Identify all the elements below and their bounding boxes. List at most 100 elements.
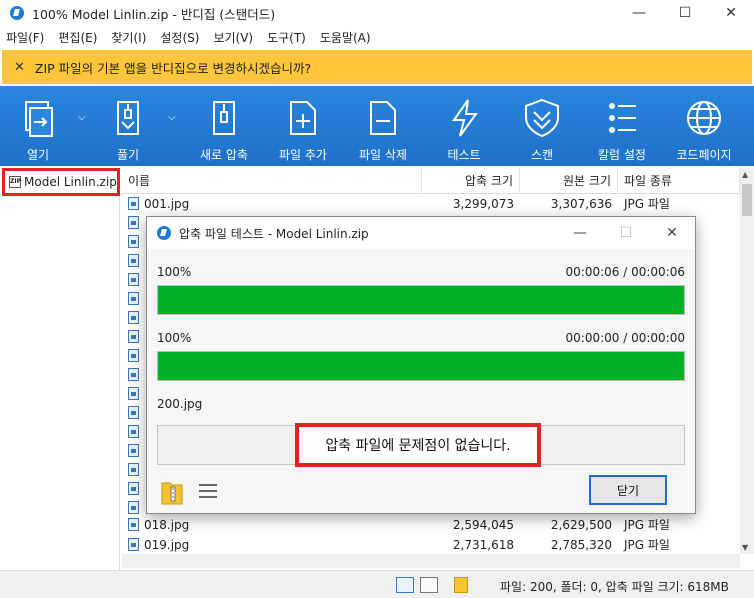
extract-label: 풀기 — [116, 148, 140, 162]
menu-tools[interactable]: 도구(T) — [267, 29, 306, 46]
current-percent: 100% — [157, 331, 192, 345]
bandizip-app-icon — [157, 226, 171, 240]
column-header-original[interactable]: 원본 크기 — [520, 168, 618, 194]
window-controls: — ☐ ✕ — [616, 0, 754, 26]
scroll-down-icon[interactable]: ▼ — [742, 543, 748, 552]
new-archive-icon — [213, 101, 235, 135]
dialog-window-controls: — ☐ ✕ — [557, 217, 695, 249]
add-file-button[interactable]: 파일 추가 — [276, 86, 330, 166]
close-window-button[interactable]: ✕ — [708, 0, 754, 26]
scan-button[interactable]: 스캔 — [520, 86, 564, 166]
archive-folder-icon[interactable] — [161, 479, 183, 505]
dialog-close-icon[interactable]: ✕ — [649, 217, 695, 249]
add-file-label: 파일 추가 — [279, 148, 327, 162]
test-button[interactable]: 테스트 — [442, 86, 486, 166]
compressed-size: 3,299,073 — [452, 196, 514, 211]
extract-icon — [117, 101, 139, 135]
status-bar: 파일: 200, 폴더: 0, 압축 파일 크기: 618MB — [0, 570, 754, 598]
jpg-file-icon — [128, 518, 139, 531]
archive-folder-icon[interactable] — [454, 577, 468, 593]
column-settings-icon — [609, 103, 636, 133]
open-label: 열기 — [26, 148, 50, 162]
jpg-file-icon — [128, 197, 139, 210]
current-progress-fill — [158, 352, 684, 380]
archive-test-dialog: 압축 파일 테스트 - Model Linlin.zip — ☐ ✕ 100% … — [146, 216, 696, 514]
scroll-thumb[interactable] — [742, 184, 752, 216]
jpg-file-icon — [128, 292, 139, 305]
original-size: 2,629,500 — [550, 517, 612, 532]
current-time: 00:00:00 / 00:00:00 — [565, 331, 685, 345]
open-dropdown-icon[interactable]: ⌵ — [78, 112, 86, 123]
jpg-file-icon — [128, 425, 139, 438]
dialog-title: 압축 파일 테스트 - Model Linlin.zip — [179, 226, 369, 241]
compressed-size: 2,731,618 — [452, 537, 514, 552]
jpg-file-icon — [128, 311, 139, 324]
total-time: 00:00:06 / 00:00:06 — [565, 265, 685, 279]
table-row[interactable]: 018.jpg 2,594,045 2,629,500 JPG 파일 — [122, 515, 740, 534]
zip-file-icon: ZIP — [9, 176, 21, 188]
dialog-minimize-button[interactable]: — — [557, 217, 603, 249]
jpg-file-icon — [128, 501, 139, 514]
close-button[interactable]: 닫기 — [589, 475, 667, 505]
menu-help[interactable]: 도움말(A) — [320, 29, 371, 46]
delete-file-button[interactable]: 파일 삭제 — [356, 86, 410, 166]
jpg-file-icon — [128, 254, 139, 267]
details-view-icon[interactable] — [396, 577, 414, 593]
horizontal-scrollbar[interactable] — [122, 554, 740, 568]
menu-settings[interactable]: 설정(S) — [160, 29, 199, 46]
title-bar: 100% Model Linlin.zip - 반디집 (스탠더드) — ☐ ✕ — [0, 0, 754, 26]
globe-icon — [687, 101, 721, 135]
jpg-file-icon — [128, 406, 139, 419]
column-header-compressed[interactable]: 압축 크기 — [422, 168, 520, 194]
jpg-file-icon — [128, 273, 139, 286]
new-archive-button[interactable]: 새로 압축 — [198, 86, 250, 166]
open-button[interactable]: 열기 — [16, 86, 60, 166]
tree-archive-label: Model Linlin.zip — [24, 175, 117, 189]
column-settings-button[interactable]: 칼럼 설정 — [594, 86, 650, 166]
tree-item-archive[interactable]: ZIP Model Linlin.zip — [2, 168, 120, 196]
scan-icon — [525, 98, 559, 138]
scan-label: 스캔 — [530, 148, 554, 162]
column-header-name[interactable]: 이름 — [122, 168, 422, 194]
jpg-file-icon — [128, 387, 139, 400]
delete-file-icon — [370, 101, 396, 135]
table-row[interactable]: 019.jpg 2,731,618 2,785,320 JPG 파일 — [122, 535, 740, 554]
delete-file-label: 파일 삭제 — [359, 148, 407, 162]
menu-bar: 파일(F) 편집(E) 찾기(I) 설정(S) 보기(V) 도구(T) 도움말(… — [0, 26, 754, 48]
original-size: 3,307,636 — [550, 196, 612, 211]
notice-close-icon[interactable]: ✕ — [14, 60, 25, 75]
preview-view-icon[interactable] — [420, 577, 438, 593]
current-file-name: 200.jpg — [157, 397, 203, 411]
table-row[interactable]: 001.jpg 3,299,073 3,307,636 JPG 파일 — [122, 194, 740, 213]
main-toolbar: 열기 ⌵ 풀기 ⌵ 새로 압축 파일 추가 파일 삭제 테스트 스캔 칼럼 설정… — [0, 86, 754, 166]
column-header-type[interactable]: 파일 종류 — [618, 168, 740, 194]
menu-file[interactable]: 파일(F) — [6, 29, 44, 46]
menu-edit[interactable]: 편집(E) — [58, 29, 97, 46]
jpg-file-icon — [128, 349, 139, 362]
jpg-file-icon — [128, 330, 139, 343]
menu-icon[interactable] — [199, 483, 217, 499]
extract-button[interactable]: 풀기 — [106, 86, 150, 166]
vertical-scrollbar[interactable]: ▲ ▼ — [740, 168, 754, 554]
column-settings-label: 칼럼 설정 — [598, 148, 646, 162]
codepage-button[interactable]: 코드페이지 — [672, 86, 736, 166]
menu-view[interactable]: 보기(V) — [213, 29, 253, 46]
total-progress-fill — [158, 286, 684, 314]
bandizip-app-icon — [10, 6, 24, 20]
minimize-button[interactable]: — — [616, 0, 662, 26]
extract-dropdown-icon[interactable]: ⌵ — [168, 112, 176, 123]
dialog-title-bar: 압축 파일 테스트 - Model Linlin.zip — ☐ ✕ — [147, 217, 695, 249]
current-progress-bar — [157, 351, 685, 381]
add-file-icon — [290, 101, 316, 135]
scroll-up-icon[interactable]: ▲ — [742, 170, 748, 179]
folder-tree: ZIP Model Linlin.zip — [0, 168, 120, 570]
maximize-button[interactable]: ☐ — [662, 0, 708, 26]
menu-find[interactable]: 찾기(I) — [111, 29, 146, 46]
new-archive-label: 새로 압축 — [200, 148, 248, 162]
compressed-size: 2,594,045 — [452, 517, 514, 532]
file-type: JPG 파일 — [624, 538, 670, 552]
notice-text[interactable]: ZIP 파일의 기본 앱을 반디집으로 변경하시겠습니까? — [35, 58, 311, 77]
result-message: 압축 파일에 문제점이 없습니다. — [295, 423, 541, 467]
file-name: 001.jpg — [144, 196, 190, 211]
column-header-row: ˆ 이름 압축 크기 원본 크기 파일 종류 — [122, 168, 740, 194]
